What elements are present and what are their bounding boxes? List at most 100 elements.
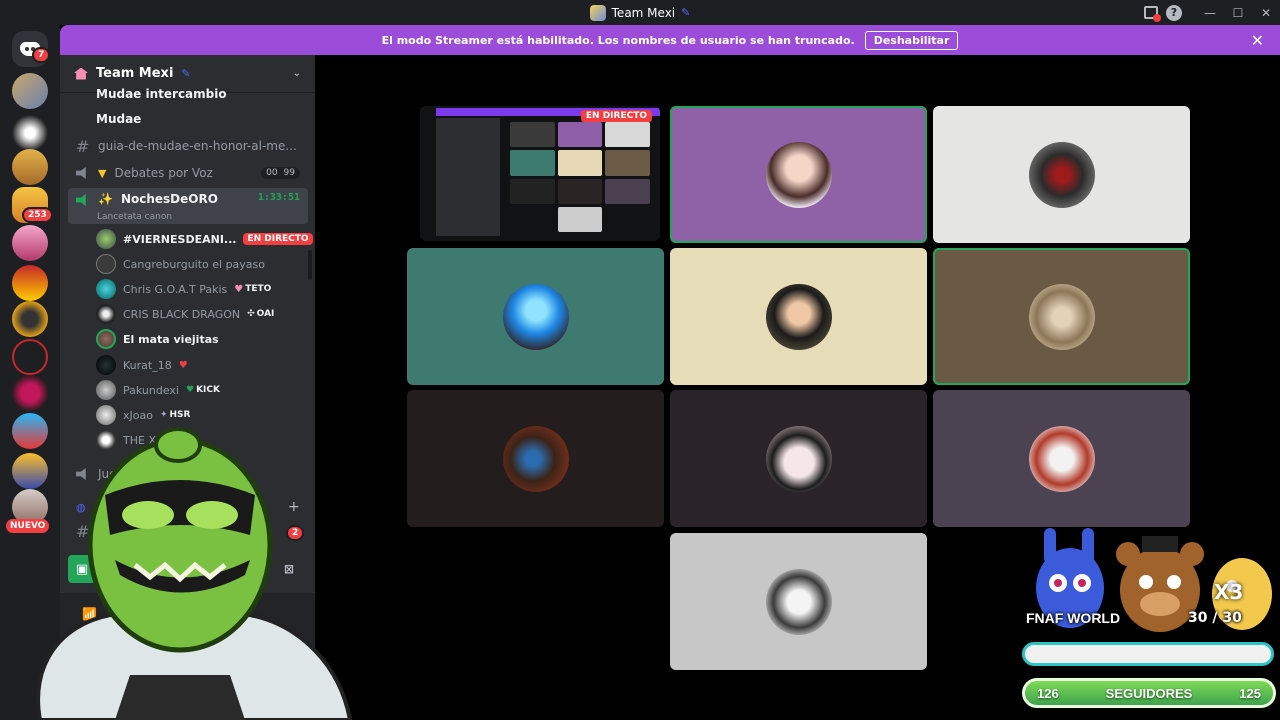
- stream-app-icon: ▣: [68, 555, 96, 583]
- voice-member[interactable]: Pakundexi ♥ KICK: [96, 379, 220, 401]
- fnaf-progress-bar: [1022, 642, 1274, 666]
- close-window-button[interactable]: ✕: [1252, 0, 1280, 25]
- count-limit: 99: [283, 168, 295, 178]
- member-name: CRIS BLACK DRAGON: [123, 307, 241, 321]
- server-icon-5[interactable]: [12, 225, 48, 261]
- avatar: [502, 283, 569, 350]
- member-tag: ♥ TETO: [234, 284, 271, 295]
- participant-tile[interactable]: [670, 533, 927, 670]
- stop-stream-icon[interactable]: ⊠: [284, 562, 294, 576]
- server-icon: [589, 4, 606, 21]
- live-badge: EN DIRECTO: [580, 110, 652, 122]
- server-icon-3[interactable]: [12, 149, 48, 185]
- avatar: [96, 355, 116, 375]
- avatar: [96, 405, 116, 425]
- member-name: Chris G.O.A.T Pakis: [123, 282, 228, 296]
- server-icon-6[interactable]: [12, 265, 48, 301]
- channel-sidebar: Team Mexi ✎ ⌄ Mudae intercambio Mudae # …: [60, 55, 315, 720]
- tag-label: KICK: [196, 385, 220, 395]
- voice-member[interactable]: Cangreburguito el payaso: [96, 253, 265, 275]
- banner-message: El modo Streamer está habilitado. Los no…: [381, 33, 855, 47]
- avatar: [96, 254, 116, 274]
- participant-tile[interactable]: [933, 106, 1190, 243]
- server-icon-2[interactable]: [12, 115, 48, 151]
- member-name: El mata viejitas: [123, 332, 219, 346]
- streamer-mode-banner: El modo Streamer está habilitado. Los no…: [60, 25, 1280, 55]
- participant-tile[interactable]: [670, 106, 927, 243]
- server-icon-10[interactable]: [12, 413, 48, 449]
- voice-member[interactable]: xJoao ✦ HSR: [96, 404, 190, 426]
- heart-icon: ♥: [234, 283, 244, 295]
- channel-mudae-intercambio[interactable]: Mudae intercambio: [68, 82, 308, 106]
- sidebar-scrollbar[interactable]: [308, 250, 312, 280]
- participant-tile[interactable]: [933, 390, 1190, 527]
- voice-member[interactable]: THE X LASER: [96, 429, 195, 451]
- hash-icon: #: [76, 136, 90, 156]
- channel-mudae[interactable]: Mudae: [68, 107, 308, 131]
- tag-label: LASER: [162, 435, 196, 445]
- avatar: [96, 279, 116, 299]
- home-badge: 7: [32, 47, 51, 63]
- participant-tile[interactable]: [407, 390, 664, 527]
- member-tag: ✦ HSR: [160, 410, 191, 420]
- help-icon[interactable]: ?: [1166, 4, 1182, 21]
- followers-goal: 125: [1239, 685, 1261, 701]
- heart-icon: ♥: [185, 385, 195, 395]
- voice-member[interactable]: El mata viejitas: [96, 328, 219, 350]
- server-icon-9[interactable]: [12, 375, 48, 411]
- participant-tile[interactable]: [407, 248, 664, 385]
- member-tag: ✣ OAI: [247, 309, 274, 319]
- channel-label: NochesDeORO: [120, 192, 218, 206]
- server-icon-8[interactable]: [12, 339, 48, 375]
- server-icon-1[interactable]: [12, 73, 48, 109]
- voice-timer: 1:33:51: [257, 192, 300, 203]
- participant-tile[interactable]: [670, 248, 927, 385]
- speaker-icon: [76, 194, 86, 206]
- avatar: [96, 380, 116, 400]
- participant-tile[interactable]: [933, 248, 1190, 385]
- avatar: [1028, 425, 1095, 492]
- signal-icon: 📶: [82, 607, 97, 621]
- voice-channel-jue[interactable]: Jue: [68, 462, 308, 486]
- followers-bar: 126 SEGUIDORES 125: [1022, 678, 1276, 708]
- avatar: [96, 430, 116, 450]
- openai-icon: ✣: [247, 309, 255, 319]
- add-icon[interactable]: +: [288, 499, 300, 515]
- avatar: [96, 329, 116, 349]
- avatar: [96, 229, 116, 249]
- channel-label: Debates por Voz: [114, 166, 213, 180]
- stream-panel[interactable]: ▣ Pantall ⊠: [68, 547, 308, 591]
- voice-member[interactable]: #VIERNESDEANI... EN DIRECTO: [96, 228, 313, 250]
- voice-member[interactable]: Chris G.O.A.T Pakis ♥ TETO: [96, 278, 271, 300]
- stream-preview-sidebar: [436, 118, 500, 236]
- avatar: [765, 141, 832, 208]
- participant-tile[interactable]: [670, 390, 927, 527]
- minimize-button[interactable]: —: [1196, 0, 1224, 25]
- voice-channel-debates[interactable]: ▼ Debates por Voz 00 99: [68, 161, 308, 185]
- tag-label: TETO: [245, 284, 272, 294]
- member-name: THE X: [123, 433, 156, 447]
- maximize-button[interactable]: ☐: [1224, 0, 1252, 25]
- inbox-icon[interactable]: [1144, 6, 1161, 22]
- avatar: [765, 283, 832, 350]
- live-badge: EN DIRECTO: [243, 233, 313, 245]
- count-current: 00: [266, 168, 278, 178]
- unread-badge: 2: [286, 525, 305, 541]
- channel-label: Mudae intercambio: [96, 87, 227, 101]
- chevron-down-icon[interactable]: ⌄: [293, 68, 301, 79]
- disable-streamer-button[interactable]: Deshabilitar: [864, 30, 959, 50]
- channel-guia[interactable]: # guia-de-mudae-en-honor-al-me...: [68, 134, 308, 158]
- voice-member[interactable]: Kurat_18 ♥: [96, 354, 188, 376]
- member-tag: LASER: [163, 435, 195, 445]
- avatar: [765, 425, 832, 492]
- speaker-icon: [76, 468, 86, 480]
- voice-connection-panel: 📶 Voz con: [60, 593, 315, 653]
- stream-tile[interactable]: EN DIRECTO: [420, 106, 660, 241]
- close-icon[interactable]: ✕: [1251, 31, 1264, 50]
- server-icon-7[interactable]: [12, 301, 48, 337]
- pencil-icon: ✎: [681, 6, 691, 19]
- window-title-text: Team Mexi: [611, 5, 676, 20]
- server-icon-11[interactable]: [12, 453, 48, 489]
- voice-member[interactable]: CRIS BLACK DRAGON ✣ OAI: [96, 303, 274, 325]
- followers-current: 126: [1037, 685, 1059, 701]
